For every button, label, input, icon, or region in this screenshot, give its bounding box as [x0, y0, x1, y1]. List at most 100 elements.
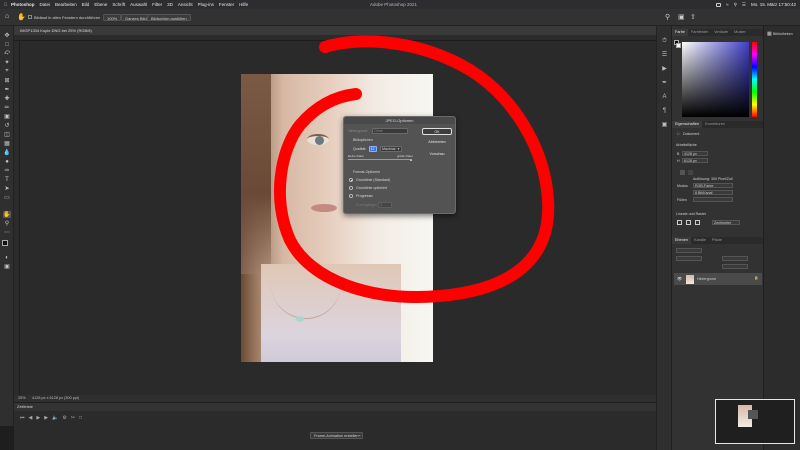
cut-icon[interactable]: ✂: [71, 415, 75, 421]
menu-filter[interactable]: Filter: [152, 0, 162, 9]
menu-bearbeiten[interactable]: Bearbeiten: [55, 0, 77, 9]
quality-slider-track[interactable]: [348, 159, 412, 160]
scroll-all-checkbox[interactable]: [28, 15, 32, 19]
settings-icon[interactable]: ⚙: [62, 415, 66, 421]
pen-tool-icon[interactable]: ✑: [3, 167, 11, 174]
search-icon[interactable]: ⚲: [734, 0, 737, 9]
cube-icon[interactable]: ▣: [661, 122, 668, 129]
more-tools-icon[interactable]: ⋯: [3, 229, 11, 236]
orientation-landscape-icon[interactable]: [688, 170, 693, 175]
bg-color-chip[interactable]: [676, 43, 681, 48]
fill-opacity-field[interactable]: [722, 264, 748, 269]
tab-farbfelder[interactable]: Farbfelder: [688, 29, 711, 36]
grid-icon[interactable]: [686, 220, 691, 225]
preview-label[interactable]: Vorschau: [422, 151, 452, 158]
gradient-tool-icon[interactable]: ▦: [3, 140, 11, 147]
tab-farbe[interactable]: Farbe: [672, 29, 688, 36]
status-zoom[interactable]: 25%: [18, 395, 26, 402]
battery-icon[interactable]: [716, 2, 722, 7]
tab-ebenen[interactable]: Ebenen: [672, 237, 692, 244]
hue-slider[interactable]: [752, 42, 757, 117]
menu-schrift[interactable]: Schrift: [112, 0, 125, 9]
brushes-icon[interactable]: ✒: [661, 80, 668, 87]
tab-eigenschaften[interactable]: Eigenschaften: [672, 121, 703, 128]
properties-icon[interactable]: ☰: [661, 52, 668, 59]
tab-muster[interactable]: Muster: [731, 29, 749, 36]
menu-3d[interactable]: 3D: [167, 0, 173, 9]
guides-icon[interactable]: [695, 220, 700, 225]
fill-screen-button[interactable]: Bildschirm ausfüllen: [147, 14, 191, 21]
libraries-icon[interactable]: ▦: [767, 31, 772, 37]
healing-brush-tool-icon[interactable]: ✚: [3, 95, 11, 102]
play-actions-icon[interactable]: ▶: [661, 66, 668, 73]
eraser-tool-icon[interactable]: ◫: [3, 131, 11, 138]
wifi-icon[interactable]: ≈: [726, 0, 728, 9]
format-baseline-optimized-radio[interactable]: [349, 186, 353, 190]
first-frame-icon[interactable]: ⏮: [20, 415, 25, 421]
next-frame-icon[interactable]: ▶: [44, 415, 48, 421]
prev-frame-icon[interactable]: ◀: [29, 415, 33, 421]
fill-select[interactable]: [693, 197, 733, 202]
ruler-icon[interactable]: [677, 220, 682, 225]
play-icon[interactable]: ▶: [36, 415, 40, 421]
layer-row[interactable]: 👁 Hintergrund 🔒: [674, 273, 762, 285]
text-icon[interactable]: A: [661, 94, 668, 101]
zoom-tool-icon[interactable]: ⚲: [3, 220, 11, 227]
dodge-tool-icon[interactable]: ●: [3, 158, 11, 165]
quality-slider-thumb[interactable]: [410, 158, 413, 161]
control-center-icon[interactable]: ☰: [742, 0, 746, 9]
eye-icon[interactable]: 👁: [677, 276, 682, 281]
screen-mode-icon[interactable]: ▣: [3, 263, 11, 270]
history-icon[interactable]: ⏱: [661, 38, 668, 45]
format-baseline-standard-radio[interactable]: [349, 178, 353, 182]
status-dimensions[interactable]: 4128 px x 6128 px (300 ppi): [32, 395, 79, 402]
brush-tool-icon[interactable]: ✏: [3, 104, 11, 111]
libraries-label[interactable]: Bibliotheken: [773, 32, 793, 36]
navigator-preview[interactable]: [715, 399, 795, 444]
tab-verlaeufe[interactable]: Verläufe: [711, 29, 731, 36]
apple-icon[interactable]: : [4, 0, 7, 9]
zoom-100-button[interactable]: 100%: [103, 14, 122, 21]
blend-mode-select[interactable]: [676, 256, 702, 261]
menu-fenster[interactable]: Fenster: [219, 0, 234, 9]
create-frame-animation-button[interactable]: Frame-Animation erstellen: [310, 432, 363, 439]
stamp-tool-icon[interactable]: ▣: [3, 113, 11, 120]
foreground-color-swatch[interactable]: [2, 240, 8, 246]
document-tab[interactable]: IMGP1334 Kopie.DNG bei 25% (RGB/8): [14, 26, 656, 35]
menu-ebene[interactable]: Ebene: [94, 0, 107, 9]
menu-photoshop[interactable]: Photoshop: [11, 0, 35, 9]
path-select-tool-icon[interactable]: ➤: [3, 185, 11, 192]
menu-plugins[interactable]: Plug-ins: [198, 0, 214, 9]
hand-tool-icon[interactable]: ✋: [3, 211, 11, 218]
lasso-tool-icon[interactable]: ⤽: [3, 50, 11, 57]
crop-tool-icon[interactable]: ⌖: [3, 68, 11, 75]
marquee-tool-icon[interactable]: □: [3, 41, 11, 48]
workspace-icon[interactable]: ▣: [678, 13, 685, 21]
quick-mask-icon[interactable]: ◐: [3, 254, 11, 261]
cancel-button[interactable]: Abbrechen: [422, 139, 452, 146]
clock[interactable]: Mo. 15. März 17:50:42: [751, 0, 796, 9]
tab-kanaele[interactable]: Kanäle: [691, 237, 709, 244]
tab-korrekturen[interactable]: Korrekturen: [702, 121, 728, 128]
search-icon[interactable]: ⚲: [665, 13, 670, 21]
type-tool-icon[interactable]: T: [3, 176, 11, 183]
lock-icon[interactable]: 🔒: [754, 276, 758, 280]
color-picker-field[interactable]: [682, 42, 749, 117]
home-icon[interactable]: ⌂: [5, 13, 9, 20]
blur-tool-icon[interactable]: 💧: [3, 149, 11, 156]
paragraph-icon[interactable]: ¶: [661, 108, 668, 115]
tab-pfade[interactable]: Pfade: [709, 237, 725, 244]
ok-button[interactable]: OK: [422, 128, 452, 135]
menu-ansicht[interactable]: Ansicht: [178, 0, 193, 9]
share-icon[interactable]: ⇧: [690, 13, 696, 21]
menu-auswahl[interactable]: Auswahl: [130, 0, 147, 9]
history-brush-tool-icon[interactable]: ↺: [3, 122, 11, 129]
opacity-field[interactable]: [722, 256, 748, 261]
menu-datei[interactable]: Datei: [40, 0, 51, 9]
quick-select-tool-icon[interactable]: ✦: [3, 59, 11, 66]
menu-hilfe[interactable]: Hilfe: [239, 0, 248, 9]
orientation-portrait-icon[interactable]: [680, 170, 685, 175]
layer-filter-select[interactable]: [676, 248, 702, 253]
eyedropper-tool-icon[interactable]: ✒: [3, 86, 11, 93]
format-progressive-radio[interactable]: [349, 194, 353, 198]
